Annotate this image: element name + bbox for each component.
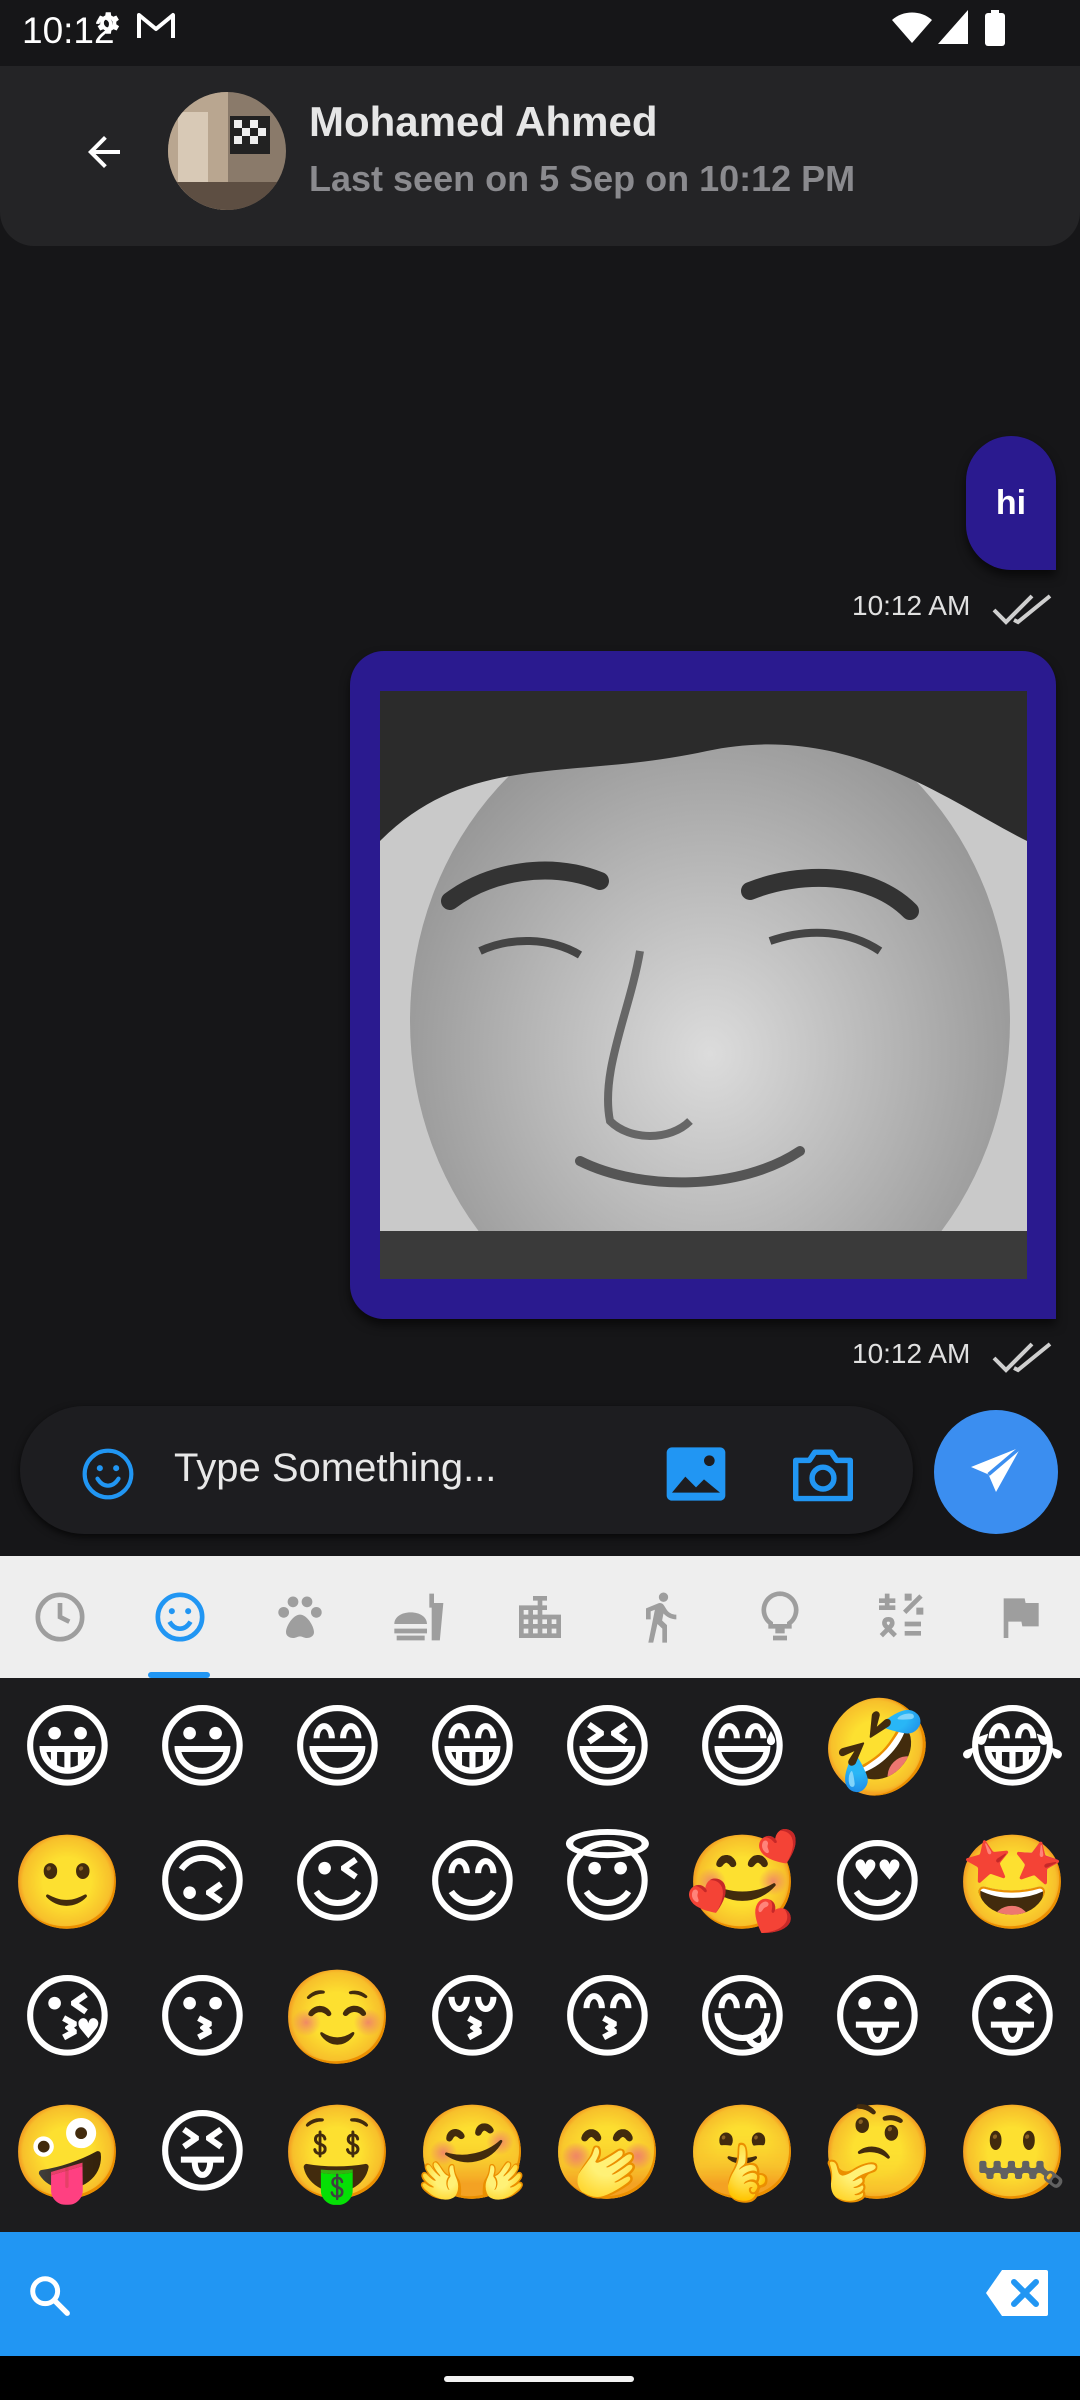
- travel-icon: [519, 1596, 561, 1638]
- gallery-icon[interactable]: [664, 1444, 728, 1504]
- emoji-key[interactable]: 🤗: [405, 2085, 540, 2220]
- back-arrow-icon[interactable]: [80, 128, 128, 176]
- emoji-key[interactable]: 😅: [675, 1680, 810, 1815]
- emoji-key[interactable]: 😚: [405, 1950, 540, 2085]
- emoji-key[interactable]: 🤭: [540, 2085, 675, 2220]
- contact-avatar[interactable]: [168, 92, 286, 210]
- emoji-key[interactable]: 😇: [540, 1815, 675, 1950]
- emoji-key[interactable]: 🤣: [810, 1680, 945, 1815]
- emoji-key[interactable]: 😛: [810, 1950, 945, 2085]
- double-check-icon: [992, 594, 1052, 625]
- tab-food[interactable]: [360, 1556, 480, 1678]
- tab-flags[interactable]: [960, 1556, 1080, 1678]
- last-seen-status: Last seen on 5 Sep on 10:12 PM: [309, 158, 856, 199]
- tab-symbols[interactable]: [840, 1556, 960, 1678]
- emoji-key[interactable]: 😙: [540, 1950, 675, 2085]
- emoji-search-bar: [0, 2232, 1080, 2356]
- activities-icon: [646, 1592, 677, 1643]
- emoji-key[interactable]: 😗: [135, 1950, 270, 2085]
- emoji-grid: 😀 😃 😄 😁 😆 😅 🤣 😂 🙂 🙃 😉 😊 😇 🥰 😍 🤩 😘 😗 ☺️ 😚 😙 😋 😛 😜 🤪 😝 🤑 🤗 🤭 🤫 🤔 🤐: [0, 1678, 1080, 2232]
- emoji-key[interactable]: 🤩: [945, 1815, 1080, 1950]
- tab-animals[interactable]: [240, 1556, 360, 1678]
- emoji-key[interactable]: 😉: [270, 1815, 405, 1950]
- recent-icon: [35, 1592, 85, 1642]
- emoji-key[interactable]: 🤐: [945, 2085, 1080, 2220]
- tab-objects[interactable]: [720, 1556, 840, 1678]
- emoji-key[interactable]: 🙃: [135, 1815, 270, 1950]
- smileys-icon: [155, 1592, 205, 1642]
- camera-icon[interactable]: [790, 1444, 856, 1504]
- settings-icon: [97, 12, 120, 34]
- message-photo[interactable]: [380, 691, 1027, 1279]
- wifi-icon: [892, 12, 932, 43]
- tab-recent[interactable]: [0, 1556, 120, 1678]
- objects-icon: [761, 1591, 799, 1641]
- emoji-key[interactable]: 😀: [0, 1680, 135, 1815]
- emoji-key[interactable]: 🤫: [675, 2085, 810, 2220]
- emoji-key[interactable]: 😜: [945, 1950, 1080, 2085]
- emoji-category-tabs: [0, 1556, 1080, 1678]
- message-time: 10:12 AM: [852, 590, 971, 621]
- chat-header: Mohamed Ahmed Last seen on 5 Sep on 10:1…: [0, 66, 1080, 246]
- emoji-key[interactable]: 😃: [135, 1680, 270, 1815]
- message-bubble-text[interactable]: hi: [966, 436, 1056, 570]
- emoji-key[interactable]: 🥰: [675, 1815, 810, 1950]
- flags-icon: [1003, 1598, 1039, 1638]
- food-icon: [394, 1593, 444, 1641]
- emoji-key[interactable]: 😂: [945, 1680, 1080, 1815]
- animals-icon: [278, 1596, 322, 1638]
- home-gesture-pill[interactable]: [444, 2376, 634, 2382]
- emoji-key[interactable]: 😋: [675, 1950, 810, 2085]
- status-bar: 10:12: [0, 0, 1080, 66]
- send-button[interactable]: [934, 1410, 1058, 1534]
- battery-icon: [985, 10, 1005, 46]
- emoji-key[interactable]: 😄: [270, 1680, 405, 1815]
- tab-smileys[interactable]: [120, 1556, 240, 1678]
- emoji-key[interactable]: 😁: [405, 1680, 540, 1815]
- message-time: 10:12 AM: [852, 1338, 971, 1369]
- search-icon[interactable]: [26, 2272, 72, 2318]
- emoji-key[interactable]: 🤔: [810, 2085, 945, 2220]
- tab-travel[interactable]: [480, 1556, 600, 1678]
- emoji-icon[interactable]: [80, 1446, 136, 1502]
- signal-icon: [938, 10, 968, 44]
- tab-activities[interactable]: [600, 1556, 720, 1678]
- backspace-icon[interactable]: [984, 2268, 1050, 2318]
- message-input[interactable]: Type Something...: [174, 1446, 496, 1491]
- emoji-key[interactable]: 😝: [135, 2085, 270, 2220]
- emoji-key[interactable]: ☺️: [270, 1950, 405, 2085]
- emoji-key[interactable]: 🤑: [270, 2085, 405, 2220]
- send-icon: [971, 1445, 1023, 1492]
- emoji-key[interactable]: 😍: [810, 1815, 945, 1950]
- double-check-icon: [992, 1342, 1052, 1373]
- emoji-key[interactable]: 🤪: [0, 2085, 135, 2220]
- contact-name[interactable]: Mohamed Ahmed: [309, 98, 657, 146]
- emoji-key[interactable]: 😊: [405, 1815, 540, 1950]
- gmail-icon: [137, 13, 175, 38]
- symbols-icon: [879, 1593, 924, 1638]
- emoji-key[interactable]: 😆: [540, 1680, 675, 1815]
- message-text: hi: [995, 483, 1027, 522]
- emoji-key[interactable]: 🙂: [0, 1815, 135, 1950]
- emoji-key[interactable]: 😘: [0, 1950, 135, 2085]
